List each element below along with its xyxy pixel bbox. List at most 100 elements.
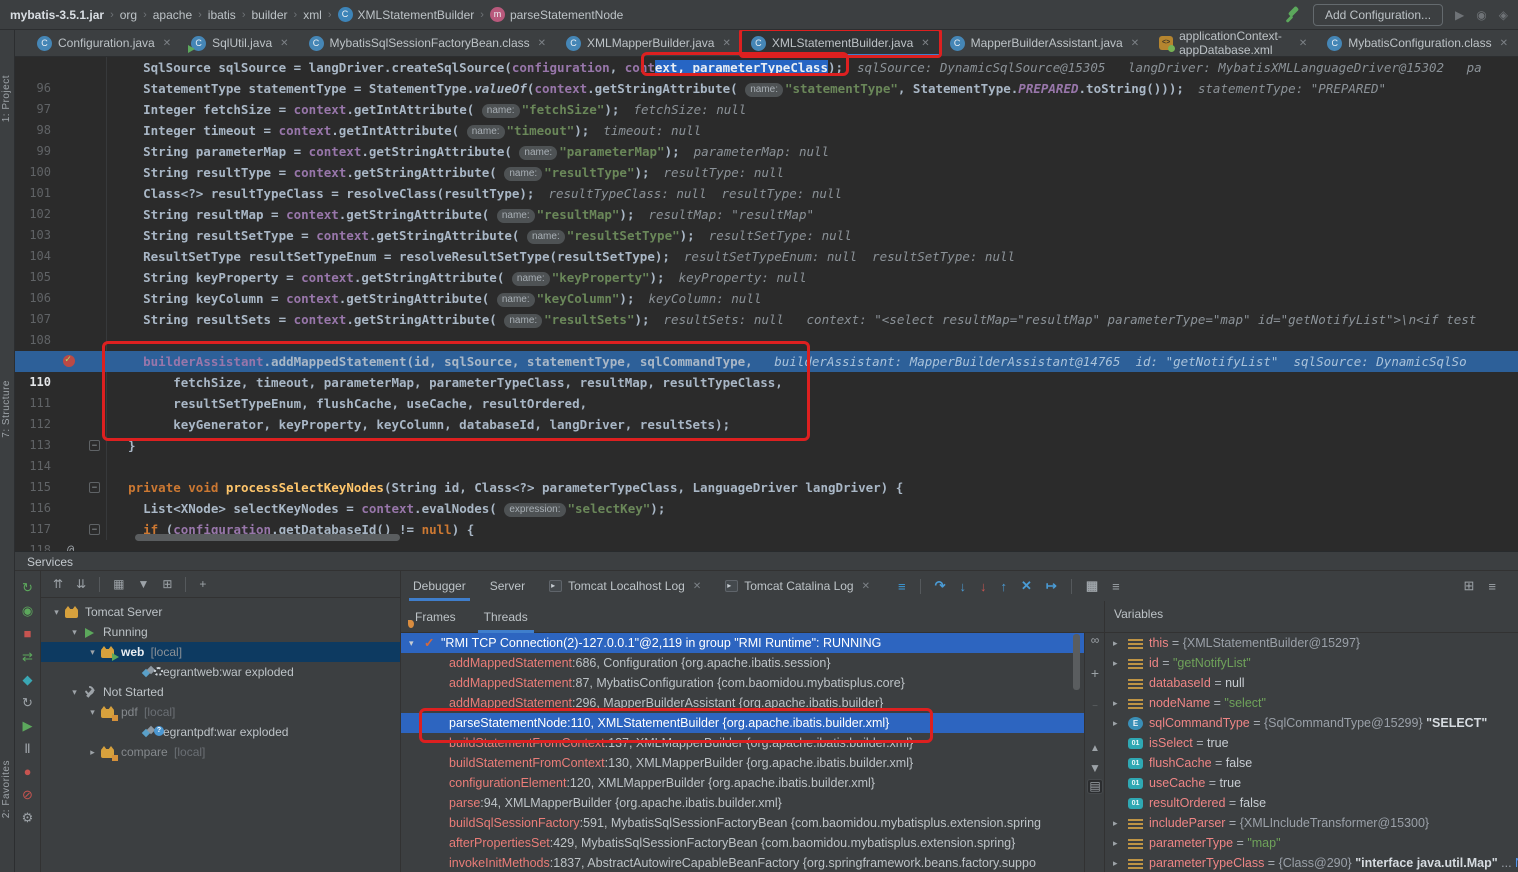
threads-view-icon[interactable]: ≡ [898,579,906,594]
close-icon[interactable]: ✕ [862,581,870,592]
chevron-down-icon[interactable]: ▾ [409,633,424,653]
editor-gutter[interactable]: 103 @ [15,204,107,225]
editor-gutter[interactable]: 117 @ [15,498,107,519]
editor-gutter[interactable]: 111 @ [15,372,107,393]
breadcrumb-item[interactable]: › C m builder [236,8,288,22]
editor-gutter[interactable]: 97 @ [15,78,107,99]
editor-tab[interactable]: XMLMapperBuilder.java ✕ [556,30,741,56]
breadcrumb-item[interactable]: › C m mybatis-3.5.1.jar [10,8,104,22]
add-configuration-button[interactable]: Add Configuration... [1313,4,1443,26]
variable-row[interactable]: resultOrdered = false [1105,793,1518,813]
chevron-right-icon[interactable]: ▸ [1113,713,1128,733]
services-panel-header[interactable]: Services [15,551,1518,571]
chevron-right-icon[interactable]: ▸ [1113,633,1128,653]
editor-gutter[interactable]: 96 @ [15,57,107,78]
tree-chevron-icon[interactable]: ▾ [49,602,64,622]
scroll-up-icon[interactable]: ▲ [1087,743,1103,754]
editor-tab[interactable]: MapperBuilderAssistant.java ✕ [940,30,1149,56]
stack-frame-row[interactable]: ▾ ✓ buildSqlSessionFactory:591, MybatisS… [401,813,1084,833]
step-over-icon[interactable]: ↷ [935,578,946,594]
breadcrumb-item[interactable]: › C m apache [137,8,192,22]
close-icon[interactable]: ✕ [538,38,546,49]
editor-gutter[interactable]: 106 @ [15,267,107,288]
remove-watch-icon[interactable]: − [1087,701,1103,712]
tree-row[interactable]: ▾ Tomcat Server [41,602,400,622]
editor-gutter[interactable]: 109 @ [15,330,107,351]
fold-marker-icon[interactable] [89,524,100,535]
open-in-new-frame-icon[interactable]: ⊞ [162,577,172,591]
close-icon[interactable]: ✕ [280,38,288,49]
breadcrumb-item[interactable]: › C m org [104,8,137,22]
sidebar-project-button[interactable]: 1: Project [1,75,12,122]
tree-row[interactable]: ▾ Not Started [41,682,400,702]
debugger-tab[interactable]: Tomcat Catalina Log ✕ [713,571,882,601]
evaluate-watches-icon[interactable]: ∞ [1087,633,1103,647]
stack-frame-row[interactable]: ▾ ✓ parseStatementNode:110, XMLStatement… [401,713,1084,733]
settings-icon[interactable]: ⚙ [20,811,36,825]
editor-tab[interactable]: MybatisSqlSessionFactoryBean.class ✕ [299,30,556,56]
drop-frame-icon[interactable]: ✕ [1021,578,1032,594]
editor-gutter[interactable]: 98 @ [15,99,107,120]
restart-server-icon[interactable]: ⇄ [20,650,36,664]
variable-row[interactable]: flushCache = false [1105,753,1518,773]
editor-tab[interactable]: XMLStatementBuilder.java ✕ [741,30,940,56]
add-watch-icon[interactable]: + [1087,665,1103,681]
hotswap-icon[interactable]: ● [20,765,36,779]
editor-gutter[interactable]: 99 @ [15,120,107,141]
pause-icon[interactable]: Ⅱ [20,742,36,756]
editor-gutter[interactable]: 102 @ [15,183,107,204]
run-icon[interactable]: ▶ [1455,8,1464,22]
editor-gutter[interactable]: 104 @ [15,225,107,246]
debug-bug-icon[interactable]: ◉ [20,604,36,618]
chevron-right-icon[interactable]: ▸ [1113,833,1128,853]
stack-frame-row[interactable]: ▾ ✓ configurationElement:120, XMLMapperB… [401,773,1084,793]
variable-row[interactable]: ▸ nodeName = "select" [1105,693,1518,713]
filter-icon[interactable]: ▼ [137,577,149,591]
debugger-tab[interactable]: Tomcat Localhost Log ✕ [537,571,713,601]
fold-marker-icon[interactable] [89,482,100,493]
editor-tab[interactable]: applicationContext-appDatabase.xml ✕ [1149,30,1317,56]
editor-tab[interactable]: Configuration.java ✕ [27,30,181,56]
debug-icon[interactable]: ◉ [1476,8,1486,22]
breadcrumb-item[interactable]: › C m ibatis [192,8,236,22]
debugger-tab[interactable]: Server ✕ [478,571,537,601]
stack-frame-row[interactable]: ▾ ✓ invokeInitMethods:1837, AbstractAuto… [401,853,1084,872]
breadcrumb-item[interactable]: › C m xml [288,8,322,22]
code-editor[interactable]: 96 @ SqlSource sqlSource = langDriver.cr… [15,57,1518,551]
editor-gutter[interactable]: 101 @ [15,162,107,183]
copy-stack-icon[interactable]: ▤ [1087,779,1103,794]
editor-tab[interactable]: MybatisConfiguration.class ✕ [1317,30,1518,56]
step-out-icon[interactable]: ↑ [1001,579,1008,594]
debugger-subtab[interactable]: Threads [470,601,542,633]
editor-gutter[interactable]: 100 @ [15,141,107,162]
mute-breakpoints-icon[interactable]: ⊘ [20,788,36,802]
stop-icon[interactable]: ■ [20,627,36,641]
evaluate-expression-icon[interactable]: ▦ [1086,578,1098,594]
editor-gutter[interactable]: 118 @ [15,519,107,540]
close-icon[interactable]: ✕ [693,581,701,592]
stack-frame-row[interactable]: ▾ ✓ parse:94, XMLMapperBuilder {org.apac… [401,793,1084,813]
editor-gutter[interactable]: 110 @ [15,351,107,372]
editor-gutter[interactable]: 113 @ [15,414,107,435]
chevron-right-icon[interactable]: ▸ [1113,653,1128,673]
profiler-icon[interactable]: ◈ [1499,8,1508,22]
layout-settings-icon[interactable]: ≡ [1112,579,1120,594]
close-icon[interactable]: ✕ [1500,38,1508,49]
close-icon[interactable]: ✕ [1131,38,1139,49]
stack-frame-row[interactable]: ▾ ✓ buildStatementFromContext:130, XMLMa… [401,753,1084,773]
step-into-icon[interactable]: ↓ [960,579,967,594]
restore-layout-icon[interactable]: ≡ [1488,579,1496,594]
sidebar-favorites-button[interactable]: 2: Favorites [1,760,12,818]
variable-row[interactable]: ▸ sqlCommandType = {SqlCommandType@15299… [1105,713,1518,733]
variable-row[interactable]: ▸ parameterType = "map" [1105,833,1518,853]
variable-row[interactable]: ▸ id = "getNotifyList" [1105,653,1518,673]
close-icon[interactable]: ✕ [921,38,929,49]
stack-frame-row[interactable]: ▾ ✓ addMappedStatement:296, MapperBuilde… [401,693,1084,713]
frames-scrollbar[interactable] [1073,634,1080,690]
editor-gutter[interactable]: 112 @ [15,393,107,414]
stack-frame-row[interactable]: ▾ ✓ addMappedStatement:87, MybatisConfig… [401,673,1084,693]
stack-frame-row[interactable]: ▾ ✓ buildStatementFromContext:137, XMLMa… [401,733,1084,753]
variable-row[interactable]: ▸ parameterTypeClass = {Class@290} "inte… [1105,853,1518,872]
debugger-tab[interactable]: Debugger ✕ [401,571,478,601]
variable-row[interactable]: ▸ includeParser = {XMLIncludeTransformer… [1105,813,1518,833]
